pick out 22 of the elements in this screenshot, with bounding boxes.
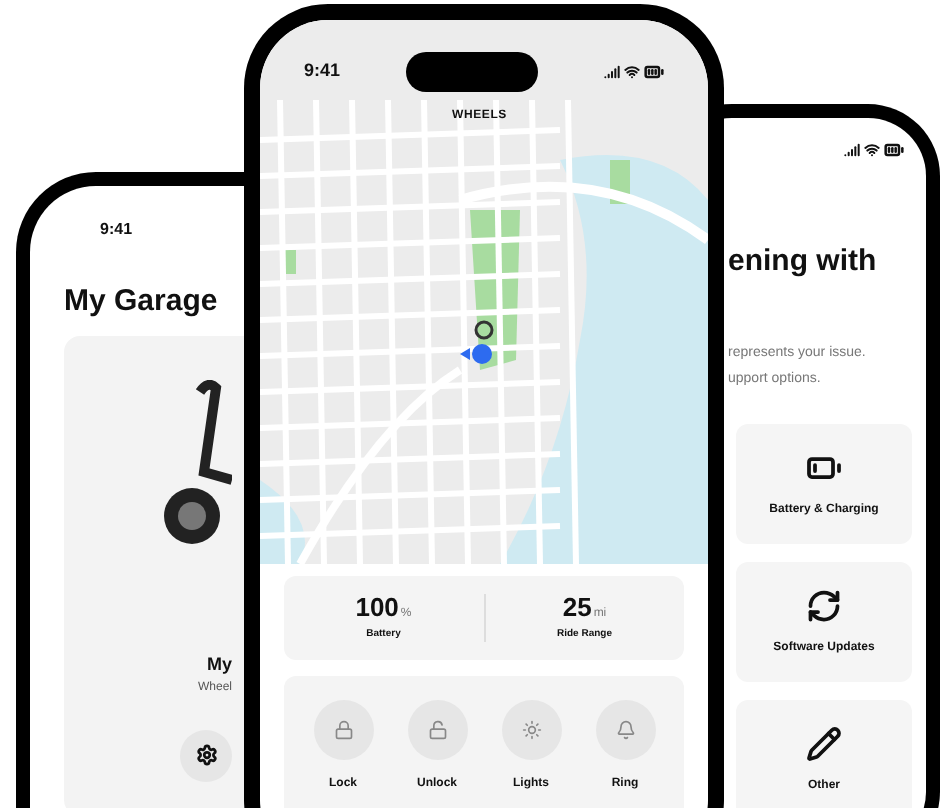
status-time: 9:41 [98,218,133,242]
stat-value: 25 [562,593,592,620]
pencil-icon [806,725,842,761]
screen-title: ening with [728,246,879,276]
status-time: 9:41 [304,58,341,85]
camera-notch [406,52,538,92]
sun-icon [521,720,541,740]
stat-value: 100 [355,593,399,620]
wifi-icon [623,64,640,80]
battery-icon [884,140,904,160]
screen-title: My Garage [64,286,220,316]
signal-icon [603,64,620,80]
settings-icon [195,744,217,766]
unlock-icon [427,720,447,740]
battery-icon [643,62,664,82]
vehicle-name: My [206,652,232,678]
lock-icon [333,720,353,740]
bell-icon [615,720,635,740]
settings-button[interactable] [180,729,232,781]
refresh-icon [806,587,842,623]
wifi-icon [864,142,880,158]
signal-icon [844,142,860,158]
